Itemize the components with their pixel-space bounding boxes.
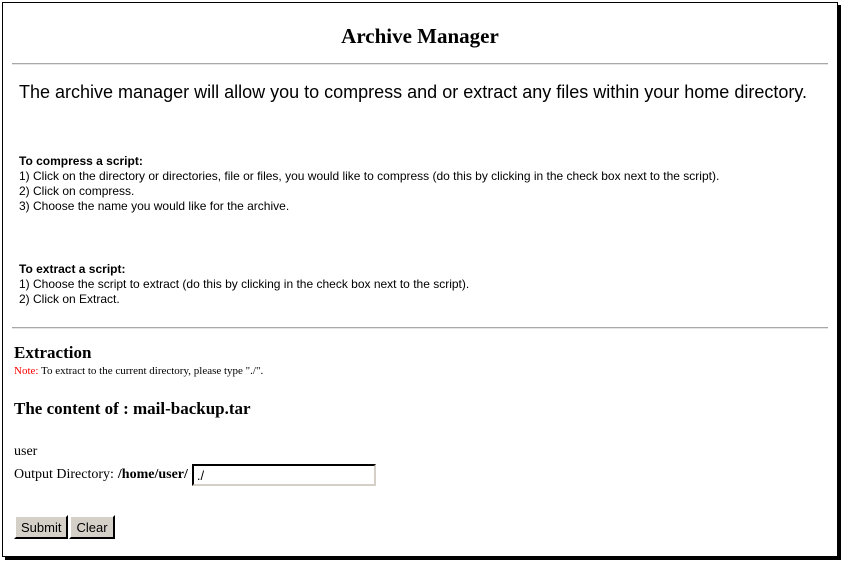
extract-step: 1) Choose the script to extract (do this… bbox=[19, 277, 470, 291]
compress-step: 1) Click on the directory or directories… bbox=[19, 169, 720, 183]
compress-step: 3) Choose the name you would like for th… bbox=[19, 199, 290, 213]
output-directory-label: Output Directory: bbox=[14, 467, 114, 482]
extraction-note: Note: To extract to the current director… bbox=[14, 365, 263, 377]
output-base-path: /home/user/ bbox=[117, 467, 188, 482]
content-prefix: The content of : bbox=[14, 399, 133, 418]
archive-content-heading: The content of : mail-backup.tar bbox=[14, 399, 251, 419]
divider bbox=[12, 327, 828, 329]
intro-text: The archive manager will allow you to co… bbox=[19, 82, 808, 102]
compress-instructions: To compress a script: 1) Click on the di… bbox=[19, 154, 824, 214]
extract-heading: To extract a script: bbox=[19, 262, 126, 276]
extract-instructions: To extract a script: 1) Choose the scrip… bbox=[19, 262, 824, 307]
compress-heading: To compress a script: bbox=[19, 154, 143, 168]
divider bbox=[12, 63, 828, 65]
output-directory-input[interactable] bbox=[191, 464, 376, 486]
form-buttons: Submit Clear bbox=[14, 515, 116, 539]
compress-step: 2) Click on compress. bbox=[19, 184, 135, 198]
submit-button[interactable]: Submit bbox=[14, 515, 69, 539]
clear-button[interactable]: Clear bbox=[69, 515, 115, 539]
note-label: Note: bbox=[14, 365, 39, 377]
archive-entry: user bbox=[14, 444, 38, 459]
extract-step: 2) Click on Extract. bbox=[19, 292, 120, 306]
archive-manager-panel: Archive Manager The archive manager will… bbox=[2, 2, 838, 557]
extraction-heading: Extraction bbox=[14, 343, 92, 362]
output-directory-row: Output Directory: /home/user/ bbox=[14, 464, 376, 486]
page-title: Archive Manager bbox=[341, 24, 499, 48]
note-text: To extract to the current directory, ple… bbox=[38, 365, 264, 377]
archive-name: mail-backup.tar bbox=[132, 399, 251, 418]
